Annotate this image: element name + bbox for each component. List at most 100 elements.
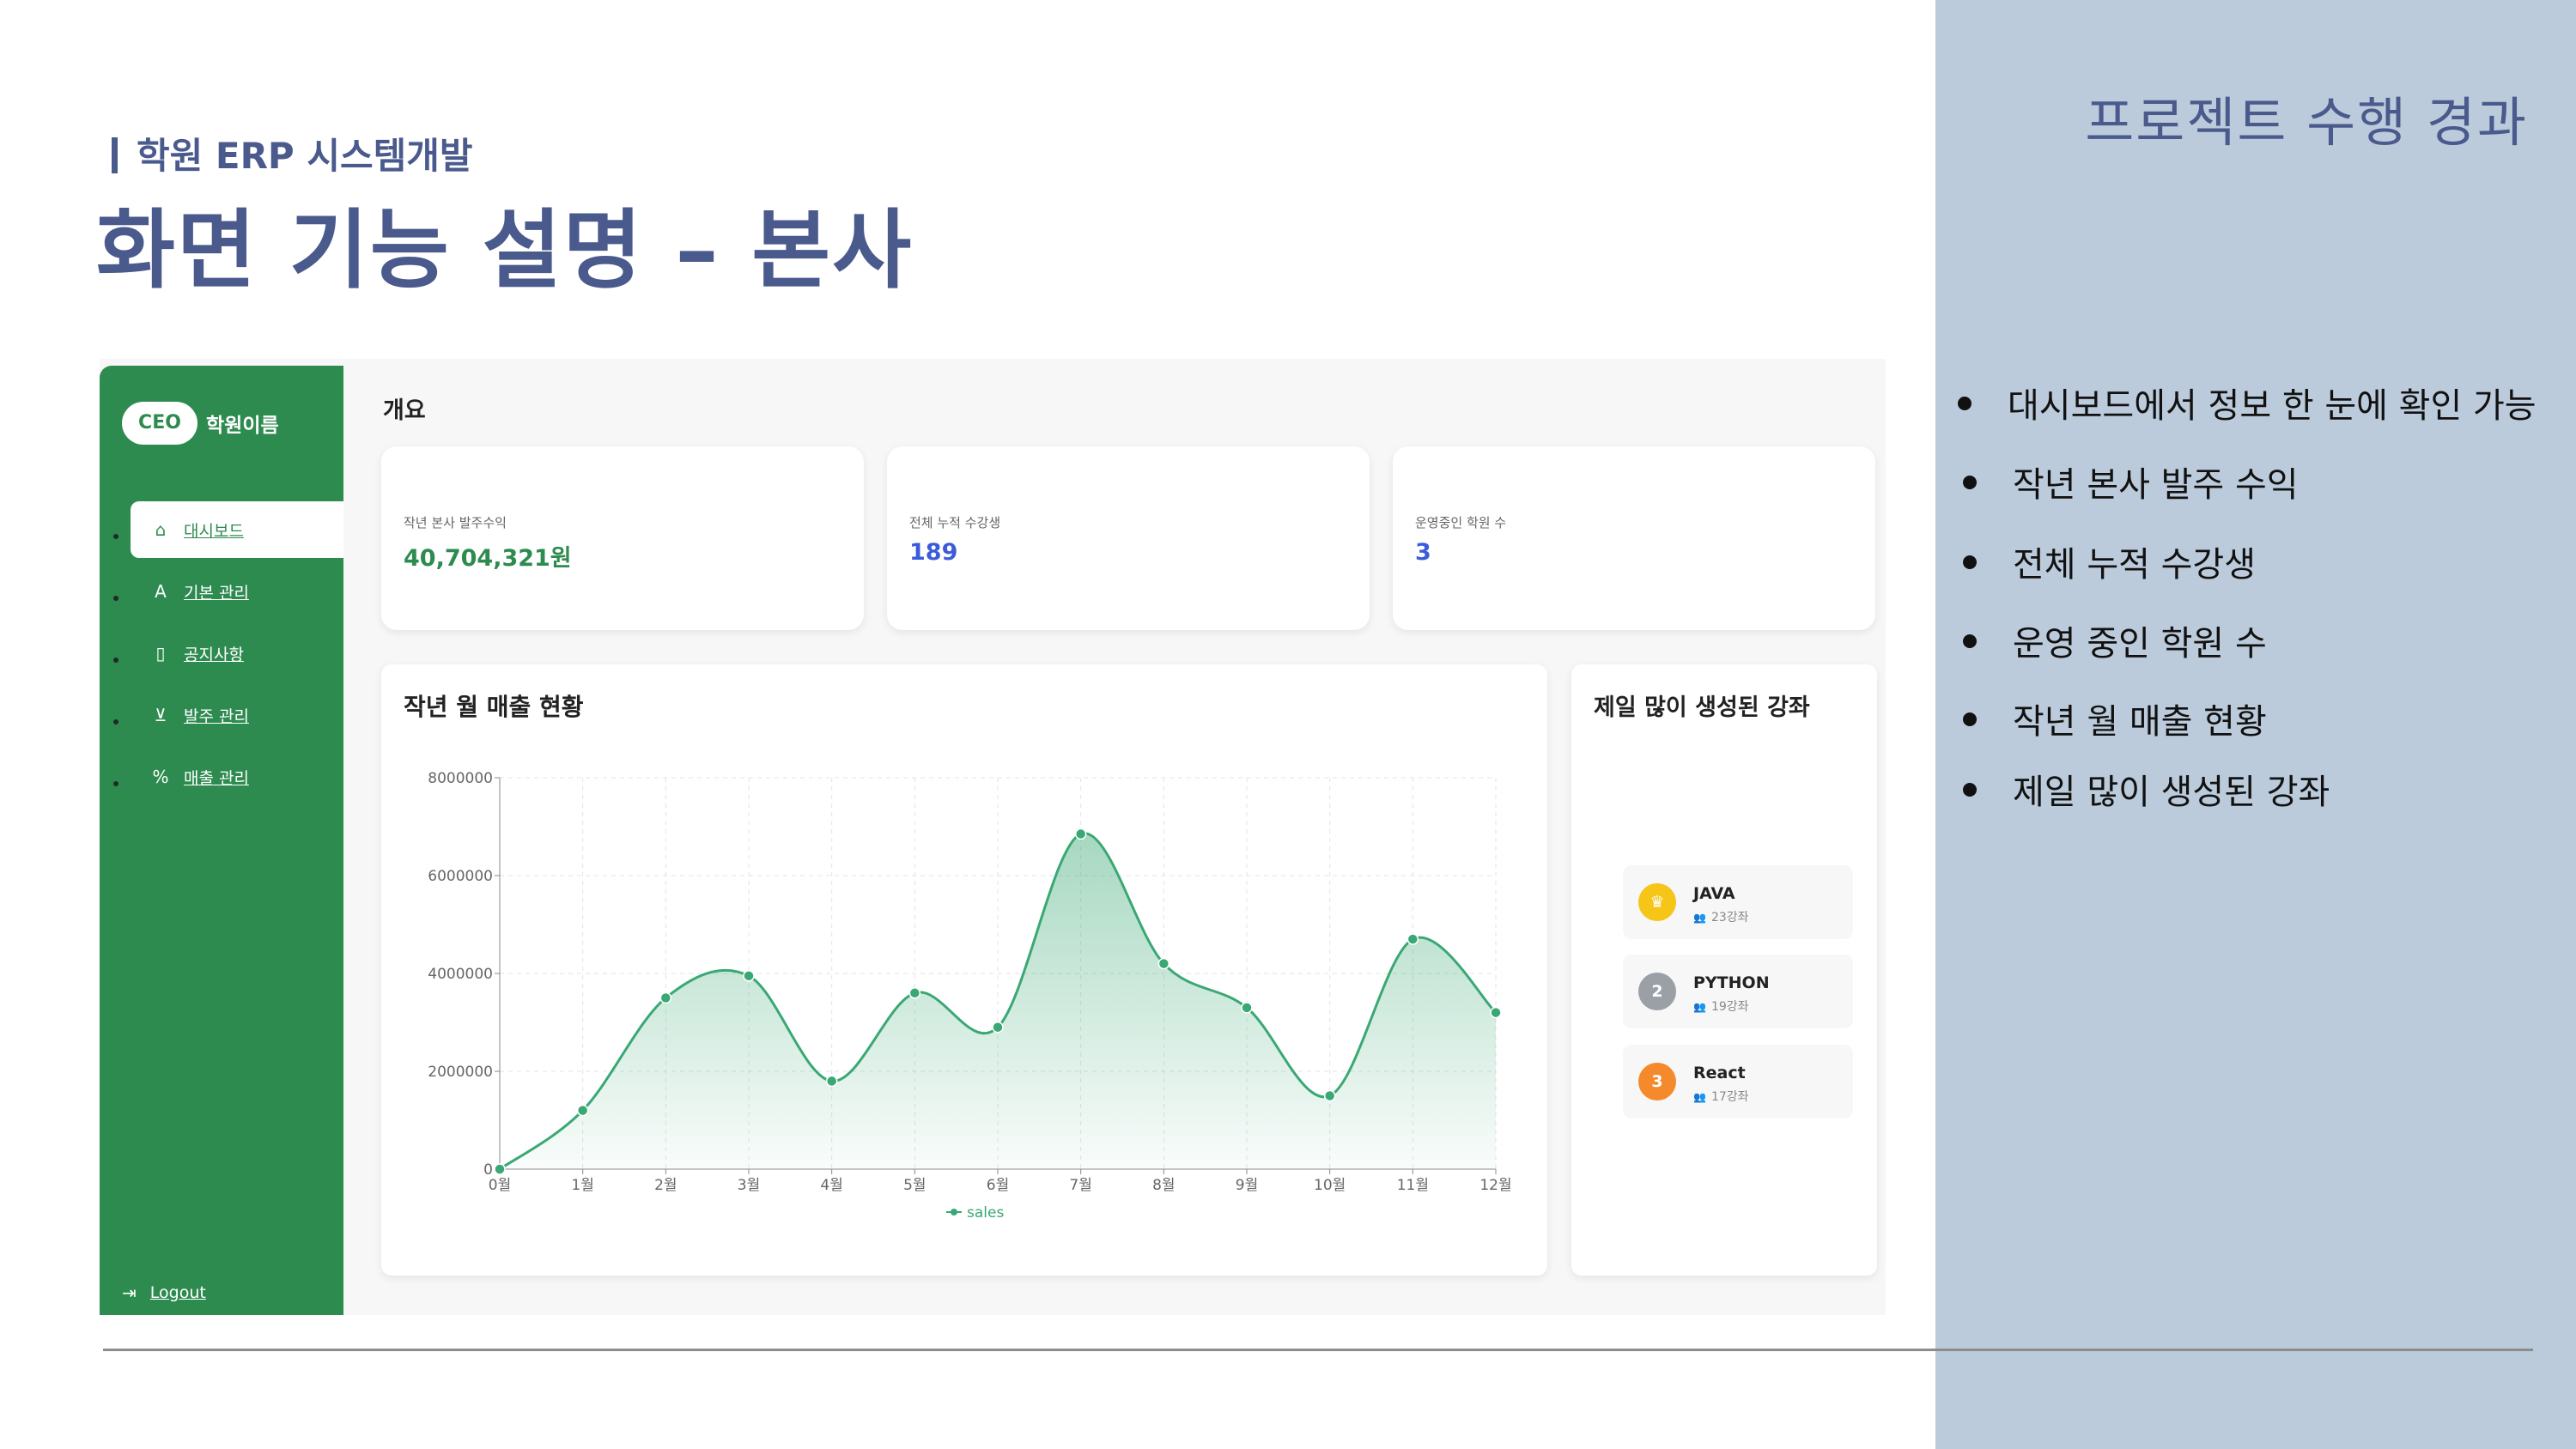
course-rank-item: ♛ JAVA 👥 23강좌 [1623,865,1853,939]
data-point [825,1075,838,1088]
sidebar-item-basic-management[interactable]: A 기본 관리 [113,563,343,620]
sales-chart-card: 작년 월 매출 현황 0 2000000 4000000 6000000 8000000… [381,664,1547,1276]
people-icon: 👥 [1693,1091,1706,1103]
bullet-item: 작년 월 매출 현황 [1963,694,2267,743]
sidebar-item-orders[interactable]: ⊻ 발주 관리 [113,687,343,743]
sidebar-item-label: 기본 관리 [184,583,249,603]
ceo-badge: CEO [122,402,197,445]
course-name: React [1693,1064,1746,1082]
percent-icon: % [152,767,169,787]
top-courses-title: 제일 많이 생성된 강좌 [1594,694,1810,721]
x-tick-label: 11월 [1397,1177,1429,1194]
legend-label: sales [967,1204,1004,1222]
bullet-dot [1963,712,1977,726]
legend-swatch-dot [951,1209,957,1216]
section-title: 개요 [383,397,426,424]
home-icon: ⌂ [155,519,167,540]
sidebar: CEO 학원이름 ⌂ 대시보드 A 기본 관리 ▯ 공지사항 ⊻ 발주 관리 %… [100,366,343,1315]
bullet-dot [1963,634,1977,648]
bullet-item: 전체 누적 수강생 [1963,537,2256,586]
course-rank-item: 3 React 👥 17강좌 [1623,1045,1853,1119]
bullet-item: 제일 많이 생성된 강좌 [1963,764,2330,814]
stat-value: 189 [909,539,958,566]
course-count: 19강좌 [1710,1000,1749,1014]
top-courses-card: 제일 많이 생성된 강좌 ♛ JAVA 👥 23강좌 2 PYTHON 👥 19강좌… [1571,664,1877,1276]
x-tick-label: 7월 [1069,1177,1091,1194]
x-tick-label: 2월 [654,1177,677,1194]
course-count: 23강좌 [1710,911,1749,925]
bullet-dot [1963,476,1977,489]
bullet-item: 운영 중인 학원 수 [1963,615,2267,665]
data-point [1157,957,1170,970]
sidebar-item-label: 대시보드 [184,521,244,541]
bullet-item: 대시보드에서 정보 한 눈에 확인 가능 [1958,378,2537,427]
data-point [743,970,755,982]
logout-label: Logout [149,1283,206,1302]
x-tick-label: 8월 [1152,1177,1175,1194]
stat-value: 3 [1415,539,1431,566]
academy-name: 학원이름 [206,415,279,437]
x-tick-label: 6월 [987,1177,1009,1194]
x-tick-label: 4월 [820,1177,842,1194]
stat-card-academies: 운영중인 학원 수 3 [1393,446,1875,630]
stat-value: 40,704,321원 [404,545,572,572]
y-tick-label: 6000000 [428,868,493,885]
y-tick-label: 0 [483,1161,493,1179]
stat-card-revenue: 작년 본사 발주수익 40,704,321원 [381,446,864,630]
people-icon: 👥 [1693,1001,1706,1013]
course-name: JAVA [1693,884,1735,903]
data-point [1490,1006,1502,1019]
bullet-dot [1963,783,1977,797]
stat-card-students: 전체 누적 수강생 189 [887,446,1370,630]
x-tick-label: 0월 [489,1177,511,1194]
people-icon: 👥 [1693,912,1706,924]
sidebar-item-notices[interactable]: ▯ 공지사항 [113,625,343,682]
course-name: PYTHON [1693,973,1770,992]
data-point [1241,1002,1253,1014]
data-point [1406,933,1419,945]
x-tick-label: 1월 [571,1177,593,1194]
slide-subtitle: 학원 ERP 시스템개발 [112,127,473,179]
rank-badge: 2 [1638,973,1676,1010]
divider-line [103,1349,2533,1351]
data-point [659,991,672,1004]
crown-icon: ♛ [1638,883,1676,921]
logout-button[interactable]: ⇥ Logout [122,1282,206,1303]
document-icon: ▯ [155,643,166,664]
course-count: 17강좌 [1710,1090,1749,1104]
panel-title: 프로젝트 수행 경과 [2085,91,2528,154]
y-tick-label: 8000000 [428,770,493,787]
x-tick-label: 3월 [738,1177,760,1194]
data-point [908,987,921,999]
rank-badge: 3 [1638,1063,1676,1100]
cart-icon: ⊻ [154,705,167,725]
data-point [1074,828,1087,840]
x-tick-label: 5월 [903,1177,926,1194]
sidebar-item-label: 공지사항 [184,645,244,664]
bullet-dot [1963,555,1977,569]
x-tick-label: 12월 [1479,1177,1511,1194]
stat-label: 운영중인 학원 수 [1415,515,1507,530]
sales-chart: 0 2000000 4000000 6000000 8000000 0월 1월 2월 3월 4월 5… [428,770,1511,1222]
x-tick-label: 9월 [1236,1177,1258,1194]
sidebar-item-label: 매출 관리 [184,768,249,788]
sidebar-item-dashboard[interactable]: ⌂ 대시보드 [113,501,343,558]
subtitle-bar [112,137,118,173]
subtitle-text: 학원 ERP 시스템개발 [137,135,473,177]
slide-title: 화면 기능 설명 – 본사 [96,200,914,300]
y-tick-label: 4000000 [428,966,493,983]
logout-icon: ⇥ [122,1282,137,1303]
y-tick-label: 2000000 [428,1064,493,1081]
letter-a-icon: A [155,581,167,602]
sidebar-item-label: 발주 관리 [184,706,249,726]
data-point [494,1163,506,1175]
data-point [576,1104,589,1117]
stat-label: 작년 본사 발주수익 [404,515,507,530]
x-tick-label: 10월 [1314,1177,1346,1194]
dashboard-screenshot: CEO 학원이름 ⌂ 대시보드 A 기본 관리 ▯ 공지사항 ⊻ 발주 관리 %… [100,359,1886,1315]
stat-label: 전체 누적 수강생 [909,515,1001,530]
data-point [1323,1089,1336,1102]
bullet-dot [1958,397,1971,410]
sidebar-item-sales[interactable]: % 매출 관리 [113,749,343,805]
data-point [992,1021,1004,1034]
